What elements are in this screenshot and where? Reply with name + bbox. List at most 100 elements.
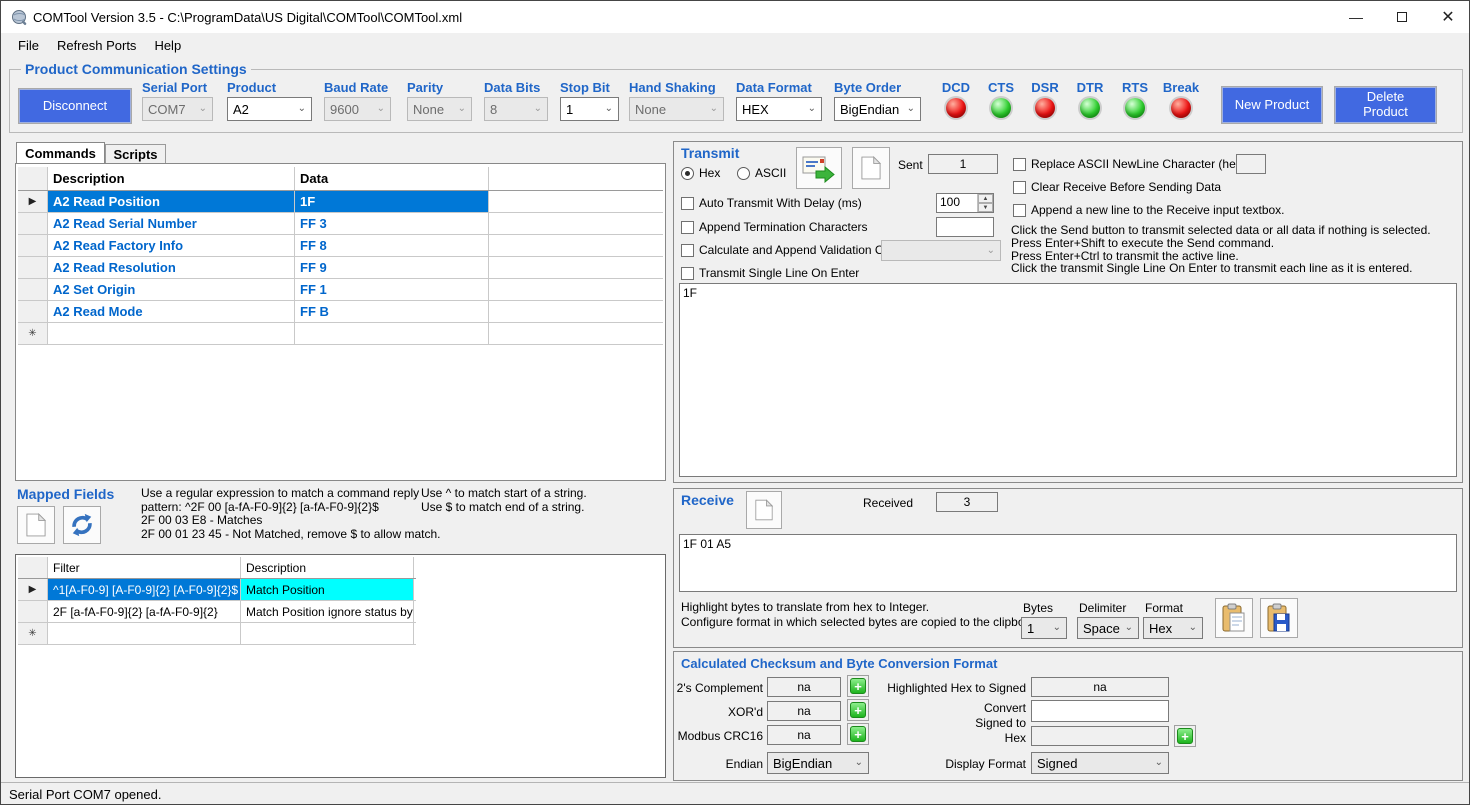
filter-column-header[interactable]: Filter <box>48 557 241 578</box>
baud-rate-select[interactable]: 9600⌄ <box>324 97 391 121</box>
description-column-header[interactable]: Description <box>48 167 295 190</box>
menu-refresh-ports[interactable]: Refresh Ports <box>48 35 145 56</box>
append-termination-checkbox[interactable]: Append Termination Characters <box>681 220 868 234</box>
close-button[interactable]: ✕ <box>1425 1 1470 33</box>
convert-signed-input[interactable] <box>1031 700 1169 722</box>
display-format-select[interactable]: Signed⌄ <box>1031 752 1169 774</box>
data-bits-select[interactable]: 8⌄ <box>484 97 548 121</box>
modbus-add-button[interactable]: + <box>847 723 869 745</box>
dcd-led-indicator <box>946 98 966 118</box>
delimiter-select[interactable]: Space⌄ <box>1077 617 1139 639</box>
table-row[interactable]: A2 Read Serial Number FF 3 <box>18 213 663 235</box>
validation-code-select[interactable]: ⌄ <box>881 240 1001 261</box>
table-row[interactable]: A2 Read Resolution FF 9 <box>18 257 663 279</box>
tab-scripts[interactable]: Scripts <box>105 144 166 164</box>
transmit-new-button[interactable] <box>852 147 890 189</box>
chevron-down-icon: ⌄ <box>855 758 863 768</box>
spinner-buttons[interactable]: ▲▼ <box>977 194 993 212</box>
ascii-radio[interactable]: ASCII <box>737 166 786 180</box>
dtr-led-indicator <box>1080 98 1100 118</box>
break-led-indicator <box>1171 98 1191 118</box>
chevron-down-icon: ⌄ <box>808 104 816 114</box>
product-select[interactable]: A2⌄ <box>227 97 312 121</box>
data-format-label: Data Format <box>736 80 812 95</box>
termination-chars-input[interactable] <box>936 217 994 237</box>
serial-port-select[interactable]: COM7⌄ <box>142 97 213 121</box>
hex-radio[interactable]: Hex <box>681 166 720 180</box>
receive-data-textarea[interactable]: 1F 01 A5 <box>679 534 1457 592</box>
mapped-fields-new-button[interactable] <box>17 506 55 544</box>
table-row[interactable]: ▶ A2 Read Position 1F <box>18 191 663 213</box>
tab-commands[interactable]: Commands <box>16 142 105 164</box>
checkbox-icon <box>681 267 694 280</box>
auto-transmit-checkbox[interactable]: Auto Transmit With Delay (ms) <box>681 196 862 210</box>
append-newline-checkbox[interactable]: Append a new line to the Receive input t… <box>1013 203 1285 217</box>
display-format-label: Display Format <box>876 757 1026 771</box>
table-row[interactable]: A2 Read Factory Info FF 8 <box>18 235 663 257</box>
description-column-header[interactable]: Description <box>241 557 414 578</box>
chevron-down-icon: ⌄ <box>199 104 207 114</box>
new-document-icon <box>26 513 46 537</box>
new-row-icon: ✳ <box>28 628 36 639</box>
new-row[interactable]: ✳ <box>18 623 416 645</box>
hand-shaking-label: Hand Shaking <box>629 80 716 95</box>
window-title: COMTool Version 3.5 - C:\ProgramData\US … <box>33 10 462 25</box>
clipboard-save-icon <box>1266 603 1292 633</box>
mapped-fields-refresh-button[interactable] <box>63 506 101 544</box>
table-row[interactable]: A2 Read Mode FF B <box>18 301 663 323</box>
xord-add-button[interactable]: + <box>847 699 869 721</box>
modbus-field: na <box>767 725 841 745</box>
hand-shaking-select[interactable]: None⌄ <box>629 97 724 121</box>
hex-to-signed-label: Highlighted Hex to Signed <box>876 681 1026 695</box>
stop-bit-select[interactable]: 1⌄ <box>560 97 619 121</box>
new-row[interactable]: ✳ <box>18 323 663 345</box>
parity-label: Parity <box>407 80 443 95</box>
format-select[interactable]: Hex⌄ <box>1143 617 1203 639</box>
delete-product-button[interactable]: Delete Product <box>1335 87 1436 123</box>
parity-select[interactable]: None⌄ <box>407 97 472 121</box>
mapped-fields-table-header: Filter Description <box>18 557 416 579</box>
transmit-help-text: Click the Send button to transmit select… <box>1011 224 1431 275</box>
delay-spinner[interactable]: 100 ▲▼ <box>936 193 994 213</box>
cts-label: CTS <box>979 80 1023 95</box>
send-button[interactable] <box>796 147 842 189</box>
menu-help[interactable]: Help <box>145 35 190 56</box>
data-column-header[interactable]: Data <box>295 167 489 190</box>
table-row[interactable]: 2F [a-fA-F0-9]{2} [a-fA-F0-9]{2} Match P… <box>18 601 416 623</box>
selected-row-arrow-icon: ▶ <box>29 196 37 207</box>
menu-bar: File Refresh Ports Help <box>1 33 1469 57</box>
endian-select[interactable]: BigEndian⌄ <box>767 752 869 774</box>
send-icon <box>802 153 836 183</box>
twos-complement-field: na <box>767 677 841 697</box>
validation-code-checkbox[interactable]: Calculate and Append Validation Code <box>681 243 904 257</box>
single-line-checkbox[interactable]: Transmit Single Line On Enter <box>681 266 859 280</box>
replace-newline-input[interactable] <box>1236 154 1266 174</box>
checkbox-icon <box>681 244 694 257</box>
commands-tabpage: Description Data ▶ A2 Read Position 1F A… <box>15 163 666 481</box>
menu-file[interactable]: File <box>9 35 48 56</box>
new-product-button[interactable]: New Product <box>1222 87 1322 123</box>
twos-complement-add-button[interactable]: + <box>847 675 869 697</box>
byte-order-select[interactable]: BigEndian⌄ <box>834 97 921 121</box>
data-format-select[interactable]: HEX⌄ <box>736 97 822 121</box>
spinner-up-icon[interactable]: ▲ <box>978 194 993 203</box>
bytes-select[interactable]: 1⌄ <box>1021 617 1067 639</box>
replace-newline-checkbox[interactable]: Replace ASCII NewLine Character (hex) <box>1013 157 1246 171</box>
maximize-button[interactable] <box>1379 1 1425 33</box>
chevron-down-icon: ⌄ <box>298 104 306 114</box>
clear-receive-checkbox[interactable]: Clear Receive Before Sending Data <box>1013 180 1221 194</box>
spinner-down-icon[interactable]: ▼ <box>978 203 993 212</box>
transmit-data-textarea[interactable]: 1F <box>679 283 1457 477</box>
receive-clear-button[interactable] <box>746 491 782 529</box>
convert-add-button[interactable]: + <box>1174 725 1196 747</box>
save-clipboard-button[interactable] <box>1260 598 1298 638</box>
disconnect-button[interactable]: Disconnect <box>19 89 131 123</box>
checkbox-icon <box>1013 181 1026 194</box>
chevron-down-icon: ⌄ <box>1125 623 1133 633</box>
table-row[interactable]: ▶ ^1[A-F0-9] [A-F0-9]{2} [A-F0-9]{2}$ Ma… <box>18 579 416 601</box>
copy-to-clipboard-button[interactable] <box>1215 598 1253 638</box>
table-row[interactable]: A2 Set Origin FF 1 <box>18 279 663 301</box>
hex-to-signed-field: na <box>1031 677 1169 697</box>
minimize-button[interactable]: — <box>1333 1 1379 33</box>
received-label: Received <box>863 496 913 510</box>
